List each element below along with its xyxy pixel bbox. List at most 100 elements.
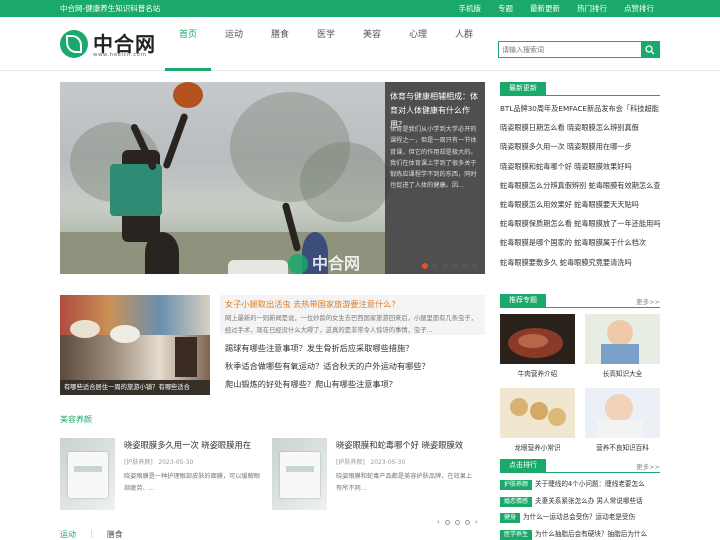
- pager-dot[interactable]: [464, 519, 470, 525]
- card-title[interactable]: 晓姿眼膜和蛇毒哪个好 晓姿眼膜效: [336, 439, 476, 451]
- beauty-card[interactable]: 晓姿眼膜和蛇毒哪个好 晓姿眼膜效 [护肤养颜] 2023-05-30 晓姿眼膜和…: [272, 438, 472, 510]
- pager-dot[interactable]: [444, 519, 450, 525]
- category-badge[interactable]: 护肤养颜: [500, 480, 533, 490]
- list-item[interactable]: 护肤养颜 关于睫线的4个小问题：睫线老要怎么: [500, 476, 660, 493]
- feature-link[interactable]: 踢球有哪些注意事项？发生骨折后应采取哪些措施？: [225, 339, 485, 357]
- pager-dot[interactable]: [454, 519, 460, 525]
- card-thumbnail[interactable]: [60, 438, 115, 510]
- card-meta: [护肤养颜] 2023-05-30: [124, 457, 193, 466]
- site-logo[interactable]: 中合网 www.heelcn.com: [60, 30, 160, 62]
- topic-item[interactable]: 龙眼营养小常识: [500, 388, 575, 452]
- topic-item[interactable]: 营养不良知识百科: [585, 388, 660, 452]
- slider-dots: [422, 263, 478, 269]
- chevron-left-icon[interactable]: ‹: [437, 518, 440, 526]
- hot-item-text[interactable]: 为什么抽脂后会有硬块？抽脂后为什么: [535, 530, 647, 538]
- category-badge[interactable]: 医学养生: [500, 529, 533, 540]
- hot-list: 护肤养颜 关于睫线的4个小问题：睫线老要怎么 婚恋情感 夫妻关系紧张怎么办 男人常说…: [500, 476, 660, 540]
- list-item[interactable]: 健身 为什么一运动总会受伤？运动老是受伤: [500, 509, 660, 526]
- slider-watermark: 中合网: [312, 254, 361, 273]
- hot-item-text[interactable]: 夫妻关系紧张怎么办 男人常说哪些话: [535, 497, 643, 505]
- topics-more-link[interactable]: 更多>>: [636, 296, 660, 306]
- feature-headline-box: 女子小腿取出活虫 去热带国家旅游要注意什么？ 网上最新的一则新闻是说，一位妙龄的…: [220, 295, 485, 335]
- slider-dot[interactable]: [452, 263, 458, 269]
- list-item[interactable]: 晓姿眼膜和蛇毒哪个好 晓姿眼膜效果好吗: [500, 157, 660, 176]
- topic-label[interactable]: 长高知识大全: [585, 368, 660, 378]
- latest-list: BTL品牌30周年及EMFACE新品发布会「科技超能 晓姿眼膜日期怎么看 晓姿眼…: [500, 99, 660, 272]
- feature-headline-desc: 网上最新的一则新闻是说，一位妙龄的女生去巴西国家旅游回来后，小腿里面有几条虫子，…: [225, 315, 477, 334]
- topic-label[interactable]: 牛肉营养介绍: [500, 368, 575, 378]
- slider-dot[interactable]: [422, 263, 428, 269]
- feature-headline[interactable]: 女子小腿取出活虫 去热带国家旅游要注意什么？: [225, 298, 480, 311]
- topic-label[interactable]: 龙眼营养小常识: [500, 442, 575, 452]
- topic-image[interactable]: [585, 388, 660, 438]
- watermark-logo-icon: [288, 254, 308, 274]
- nav-item-people[interactable]: 人群: [441, 17, 487, 71]
- nav-item-diet[interactable]: 膳食: [257, 17, 303, 71]
- main-nav: 首页 运动 膳食 医学 美容 心理 人群: [165, 17, 487, 71]
- nav-item-home[interactable]: 首页: [165, 17, 211, 71]
- top-link-mobile[interactable]: 手机版: [459, 3, 482, 14]
- list-item[interactable]: 蛇毒眼膜是哪个国家的 蛇毒眼膜属于什么档次: [500, 233, 660, 252]
- slider-dot[interactable]: [472, 263, 478, 269]
- hot-more-link[interactable]: 更多>>: [636, 461, 660, 471]
- topic-label[interactable]: 营养不良知识百科: [585, 442, 660, 452]
- bottom-tabs: 运动 | 膳食: [60, 529, 123, 540]
- slider-dot[interactable]: [462, 263, 468, 269]
- list-item[interactable]: 蛇毒眼膜要敷多久 蛇毒眼膜究竟要清洗吗: [500, 253, 660, 272]
- feature-link[interactable]: 秋季适合做哪些有氧运动？适合秋天的户外运动有哪些？: [225, 357, 485, 375]
- tab-sports[interactable]: 运动: [60, 529, 76, 540]
- category-badge[interactable]: 婚恋情感: [500, 496, 533, 507]
- category-badge[interactable]: 健身: [500, 513, 521, 523]
- slider-dot[interactable]: [442, 263, 448, 269]
- top-link-latest[interactable]: 最新更新: [530, 3, 560, 14]
- list-item[interactable]: 晓姿眼膜多久用一次 晓姿眼膜用在哪一步: [500, 137, 660, 156]
- latest-header: 最新更新: [500, 82, 660, 96]
- top-link-likes[interactable]: 点赞排行: [624, 3, 654, 14]
- beauty-card[interactable]: 晓姿眼膜多久用一次 晓姿眼膜用在 [护肤养颜] 2023-05-30 晓姿眼膜是…: [60, 438, 260, 510]
- card-title[interactable]: 晓姿眼膜多久用一次 晓姿眼膜用在: [124, 439, 264, 451]
- top-links: 手机版 专题 最新更新 热门排行 点赞排行: [459, 3, 655, 14]
- list-item[interactable]: 蛇毒眼膜怎么分辨真假辨别 蛇毒眼膜有效期怎么查: [500, 176, 660, 195]
- nav-item-medicine[interactable]: 医学: [303, 17, 349, 71]
- search-icon: [645, 45, 655, 55]
- topic-image[interactable]: [500, 388, 575, 438]
- topic-image[interactable]: [500, 314, 575, 364]
- nav-item-beauty[interactable]: 美容: [349, 17, 395, 71]
- top-bar: 中合网-健康养生知识科普名站 手机版 专题 最新更新 热门排行 点赞排行: [0, 0, 720, 17]
- feature-link[interactable]: 爬山锻炼的好处有哪些？爬山有哪些注意事项？: [225, 375, 485, 393]
- leaf-logo-icon: [60, 30, 88, 58]
- chevron-right-icon[interactable]: ›: [475, 518, 478, 526]
- topic-image[interactable]: [585, 314, 660, 364]
- hot-item-text[interactable]: 为什么一运动总会受伤？运动老是受伤: [523, 513, 635, 521]
- hero-slider[interactable]: 中合网 体育与健康相辅相成：体育对人体健康有什么作用？ 体育是我们从小学到大学必…: [60, 82, 485, 274]
- feature-image-caption[interactable]: 有哪些适合居住一周的旅游小镇？有哪些适合: [60, 380, 210, 395]
- tab-separator: |: [90, 529, 93, 538]
- slider-dot[interactable]: [432, 263, 438, 269]
- feature-links: 踢球有哪些注意事项？发生骨折后应采取哪些措施？ 秋季适合做哪些有氧运动？适合秋天…: [225, 339, 485, 393]
- list-item[interactable]: 婚恋情感 夫妻关系紧张怎么办 男人常说哪些话: [500, 493, 660, 510]
- slider-image[interactable]: [60, 82, 390, 274]
- topic-item[interactable]: 长高知识大全: [585, 314, 660, 378]
- topic-item[interactable]: 牛肉营养介绍: [500, 314, 575, 378]
- list-item[interactable]: BTL品牌30周年及EMFACE新品发布会「科技超能: [500, 99, 660, 118]
- topics-panel: 推荐专题 更多>> 牛肉营养介绍 长高知识大全 龙眼营养小常识 营养不良知识百科: [500, 294, 660, 464]
- list-item[interactable]: 医学养生 为什么抽脂后会有硬块？抽脂后为什么: [500, 526, 660, 540]
- nav-item-sports[interactable]: 运动: [211, 17, 257, 71]
- top-link-topics[interactable]: 专题: [498, 3, 513, 14]
- logo-url: www.heelcn.com: [93, 52, 147, 58]
- beauty-heading[interactable]: 美容养颜: [60, 414, 92, 425]
- search-input[interactable]: [499, 42, 641, 57]
- tab-diet[interactable]: 膳食: [107, 529, 123, 540]
- nav-item-psychology[interactable]: 心理: [395, 17, 441, 71]
- list-item[interactable]: 晓姿眼膜日期怎么看 晓姿眼膜怎么辨别真假: [500, 118, 660, 137]
- top-link-hot[interactable]: 热门排行: [577, 3, 607, 14]
- list-item[interactable]: 蛇毒眼膜怎么用效果好 蛇毒眼膜要天天贴吗: [500, 195, 660, 214]
- site-name[interactable]: 中合网-健康养生知识科普名站: [60, 3, 160, 14]
- card-category[interactable]: [护肤养颜]: [336, 459, 365, 466]
- card-category[interactable]: [护肤养颜]: [124, 459, 153, 466]
- search-button[interactable]: [641, 42, 659, 57]
- hot-item-text[interactable]: 关于睫线的4个小问题：睫线老要怎么: [535, 480, 645, 488]
- list-item[interactable]: 蛇毒眼膜保质期怎么看 蛇毒眼膜放了一年还能用吗: [500, 214, 660, 233]
- feature-image[interactable]: 有哪些适合居住一周的旅游小镇？有哪些适合: [60, 295, 210, 395]
- card-thumbnail[interactable]: [272, 438, 327, 510]
